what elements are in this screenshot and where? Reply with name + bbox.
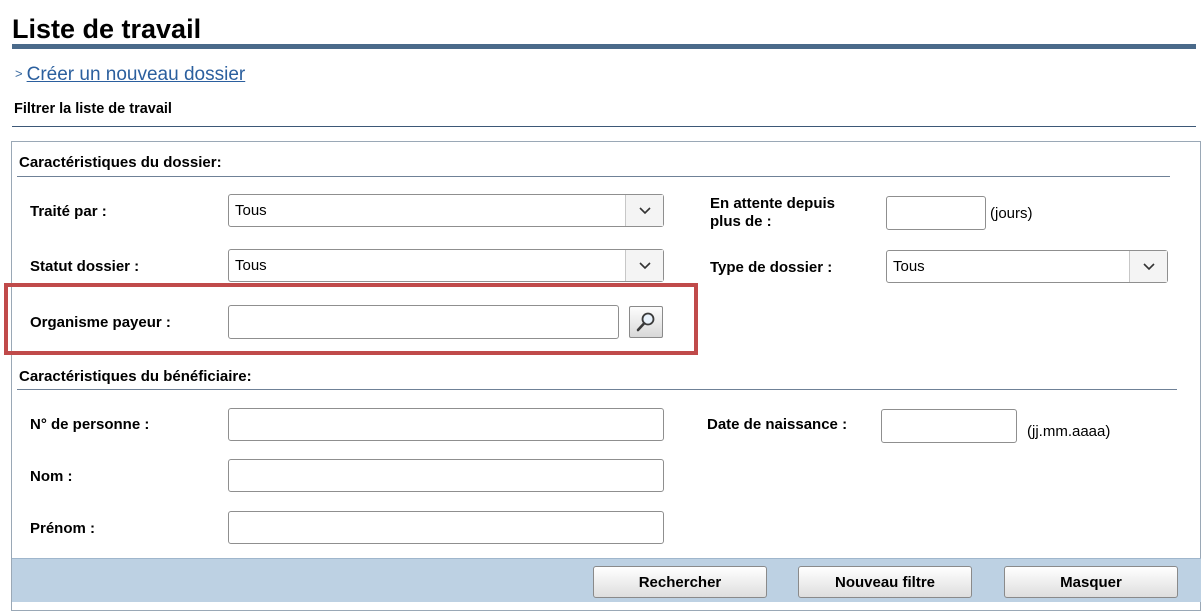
date-naissance-input[interactable] [881,409,1017,443]
dossier-section-divider [17,176,1170,177]
numero-personne-label: N° de personne : [30,416,150,433]
prenom-label: Prénom : [30,520,96,537]
page-title: Liste de travail [12,14,202,44]
traite-par-label: Traité par : [30,203,107,220]
dossier-section-title: Caractéristiques du dossier: [19,154,222,171]
chevron-down-icon[interactable] [625,250,663,281]
organisme-lookup-button[interactable] [629,306,663,338]
organisme-payeur-input[interactable] [228,305,619,339]
nom-label: Nom : [30,468,73,485]
en-attente-label: En attente depuis plus de : [710,195,835,231]
statut-dossier-label: Statut dossier : [30,258,140,275]
traite-par-value: Tous [235,202,267,219]
masquer-button[interactable]: Masquer [1004,566,1178,598]
title-divider [12,44,1196,49]
date-naissance-label: Date de naissance : [707,416,848,433]
nouveau-filtre-button[interactable]: Nouveau filtre [798,566,972,598]
en-attente-label-line1: En attente depuis [710,195,836,212]
statut-dossier-value: Tous [235,257,267,274]
create-dossier-link[interactable]: Créer un nouveau dossier [27,64,246,85]
statut-dossier-select[interactable]: Tous [228,249,664,282]
filter-divider [12,126,1196,127]
organisme-payeur-label: Organisme payeur : [30,314,171,331]
en-attente-label-line2: plus de : [710,213,772,230]
date-naissance-format: (jj.mm.aaaa) [1027,423,1111,440]
beneficiaire-section-title: Caractéristiques du bénéficiaire: [19,368,252,385]
en-attente-input[interactable] [886,196,986,230]
magnifier-icon [636,312,655,332]
nom-input[interactable] [228,459,664,492]
type-dossier-select[interactable]: Tous [886,250,1168,283]
chevron-down-icon[interactable] [1129,251,1167,282]
prenom-input[interactable] [228,511,664,544]
en-attente-unit: (jours) [990,205,1033,222]
chevron-right-icon: > [15,66,23,81]
chevron-down-icon[interactable] [625,195,663,226]
create-dossier-link-row: > Créer un nouveau dossier [15,63,245,86]
type-dossier-value: Tous [893,258,925,275]
traite-par-select[interactable]: Tous [228,194,664,227]
filter-section-title: Filtrer la liste de travail [14,101,172,117]
numero-personne-input[interactable] [228,408,664,441]
beneficiaire-section-divider [17,389,1177,390]
rechercher-button[interactable]: Rechercher [593,566,767,598]
type-dossier-label: Type de dossier : [710,259,833,276]
